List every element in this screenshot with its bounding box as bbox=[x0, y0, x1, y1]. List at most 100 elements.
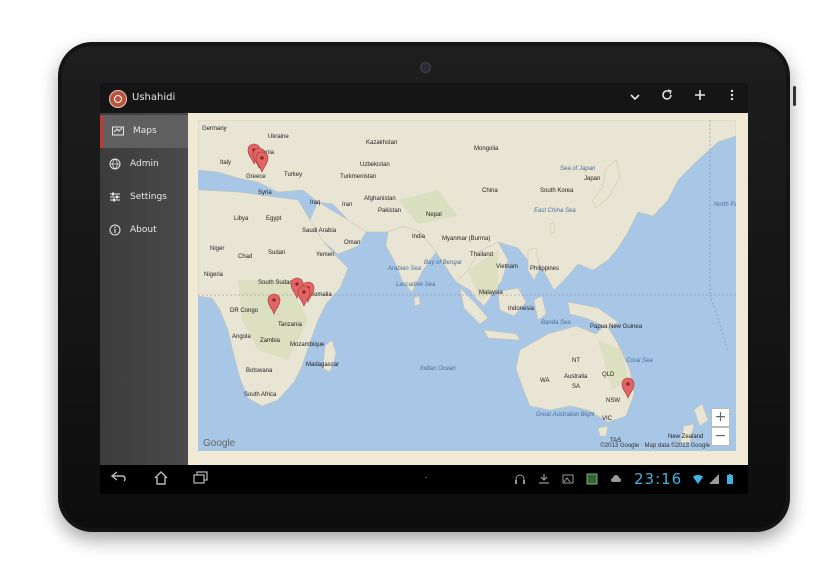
map-label: Nigeria bbox=[204, 272, 224, 278]
map-label: Philippines bbox=[530, 266, 559, 272]
download-icon bbox=[538, 473, 550, 485]
battery-icon bbox=[724, 473, 736, 485]
status-clock: 23:16 bbox=[634, 470, 683, 488]
info-icon bbox=[109, 224, 121, 236]
map-label: Madagascar bbox=[306, 362, 339, 368]
map-label: Turkmenistan bbox=[340, 174, 376, 180]
app-icon bbox=[586, 473, 598, 485]
map-label: Niger bbox=[210, 246, 224, 252]
map-label: Pakistan bbox=[378, 208, 401, 214]
action-bar: Ushahidi bbox=[100, 83, 748, 113]
map-canvas[interactable]: GermanyUkraineKazakhstanMongoliaRomaniaI… bbox=[198, 120, 736, 451]
sidebar-item-settings[interactable]: Settings bbox=[100, 181, 188, 214]
headset-icon bbox=[514, 473, 526, 485]
map-view[interactable]: GermanyUkraineKazakhstanMongoliaRomaniaI… bbox=[198, 120, 736, 451]
map-label: South Sudan bbox=[258, 280, 293, 286]
map-label: Great Australian Bight bbox=[536, 412, 595, 418]
map-label: Papua New Guinea bbox=[590, 324, 643, 330]
map-label: Ukraine bbox=[268, 134, 289, 140]
map-label: North Pacific Ocean bbox=[714, 202, 736, 208]
sidebar-item-label: Settings bbox=[130, 192, 167, 202]
map-icon bbox=[112, 125, 124, 137]
map-container: GermanyUkraineKazakhstanMongoliaRomaniaI… bbox=[188, 113, 748, 465]
map-label: Tanzania bbox=[278, 322, 303, 328]
map-label: DR Congo bbox=[230, 308, 259, 314]
map-label: Sea of Japan bbox=[560, 166, 596, 172]
map-label: Somalia bbox=[310, 292, 332, 298]
map-label: Saudi Arabia bbox=[302, 228, 337, 234]
map-label: SA bbox=[572, 384, 580, 390]
map-label: Thailand bbox=[470, 252, 493, 258]
globe-icon bbox=[109, 158, 121, 170]
home-icon[interactable] bbox=[152, 471, 170, 487]
map-label: East China Sea bbox=[534, 208, 576, 214]
map-label: Laccadive Sea bbox=[396, 282, 436, 288]
map-label: Nepal bbox=[426, 212, 442, 218]
map-copyright: ©2013 Google · Map data ©2013 Google bbox=[600, 443, 710, 449]
device-screen: Ushahidi Maps Admin Settings About Germa… bbox=[100, 83, 748, 494]
system-navigation-bar: · 23:16 bbox=[100, 465, 748, 494]
map-label: Coral Sea bbox=[626, 358, 653, 364]
map-label: Banda Sea bbox=[541, 320, 571, 326]
map-label: QLD bbox=[602, 372, 615, 378]
map-label: Malaysia bbox=[479, 290, 503, 296]
map-label: Zambia bbox=[260, 338, 281, 344]
map-label: Afghanistan bbox=[364, 196, 396, 202]
signal-icon bbox=[708, 473, 720, 485]
map-label: Japan bbox=[584, 176, 600, 182]
side-button bbox=[793, 86, 796, 106]
wifi-icon bbox=[692, 473, 704, 485]
map-label: Italy bbox=[220, 160, 231, 166]
sidebar-item-label: Admin bbox=[130, 159, 159, 169]
navbar-dot: · bbox=[424, 473, 428, 484]
map-label: Yemen bbox=[316, 252, 334, 258]
zoom-out-button[interactable]: − bbox=[711, 427, 730, 446]
map-label: Arabian Sea bbox=[387, 266, 422, 272]
map-label: NSW bbox=[606, 398, 620, 404]
overflow-menu-icon[interactable] bbox=[722, 88, 742, 108]
map-label: South Korea bbox=[540, 188, 574, 194]
map-label: Indonesia bbox=[508, 306, 535, 312]
plus-icon[interactable] bbox=[690, 88, 710, 108]
map-label: China bbox=[482, 188, 498, 194]
front-camera bbox=[420, 62, 431, 73]
map-label: Iran bbox=[342, 202, 352, 208]
map-label: WA bbox=[540, 378, 549, 384]
map-label: Mozambique bbox=[290, 342, 325, 348]
back-icon[interactable] bbox=[110, 471, 128, 487]
sidebar-item-label: Maps bbox=[133, 126, 157, 136]
map-label: New Zealand bbox=[668, 434, 703, 440]
map-label: Sudan bbox=[268, 250, 285, 256]
app-title: Ushahidi bbox=[132, 92, 176, 103]
map-label: South Africa bbox=[244, 392, 277, 398]
chevron-down-icon[interactable] bbox=[625, 88, 645, 108]
sliders-icon bbox=[109, 191, 121, 203]
map-label: Mongolia bbox=[474, 146, 499, 152]
map-label: India bbox=[412, 234, 426, 240]
navigation-drawer: Maps Admin Settings About bbox=[100, 113, 188, 465]
map-label: Iraq bbox=[310, 200, 320, 206]
map-label: Vietnam bbox=[496, 264, 518, 270]
recent-apps-icon[interactable] bbox=[192, 471, 210, 487]
map-label: Libya bbox=[234, 216, 249, 222]
map-label: Botswana bbox=[246, 368, 273, 374]
zoom-in-button[interactable]: + bbox=[711, 408, 730, 427]
sidebar-item-admin[interactable]: Admin bbox=[100, 148, 188, 181]
sidebar-item-maps[interactable]: Maps bbox=[100, 115, 188, 148]
cloud-icon bbox=[610, 473, 622, 485]
map-label: Myanmar (Burma) bbox=[442, 236, 490, 242]
google-logo: Google bbox=[203, 438, 236, 449]
map-label: VIC bbox=[602, 416, 613, 422]
sidebar-item-label: About bbox=[130, 225, 157, 235]
sidebar-item-about[interactable]: About bbox=[100, 214, 188, 247]
map-label: Germany bbox=[202, 126, 227, 132]
ushahidi-logo-icon[interactable] bbox=[109, 90, 127, 108]
refresh-icon[interactable] bbox=[657, 88, 677, 108]
map-label: Egypt bbox=[266, 216, 282, 222]
map-label: Uzbekistan bbox=[360, 162, 390, 168]
map-label: Angola bbox=[232, 334, 251, 340]
map-label: Syria bbox=[258, 190, 272, 196]
map-label: Australia bbox=[564, 374, 588, 380]
map-label: Greece bbox=[246, 174, 266, 180]
map-label: Kazakhstan bbox=[366, 140, 397, 146]
